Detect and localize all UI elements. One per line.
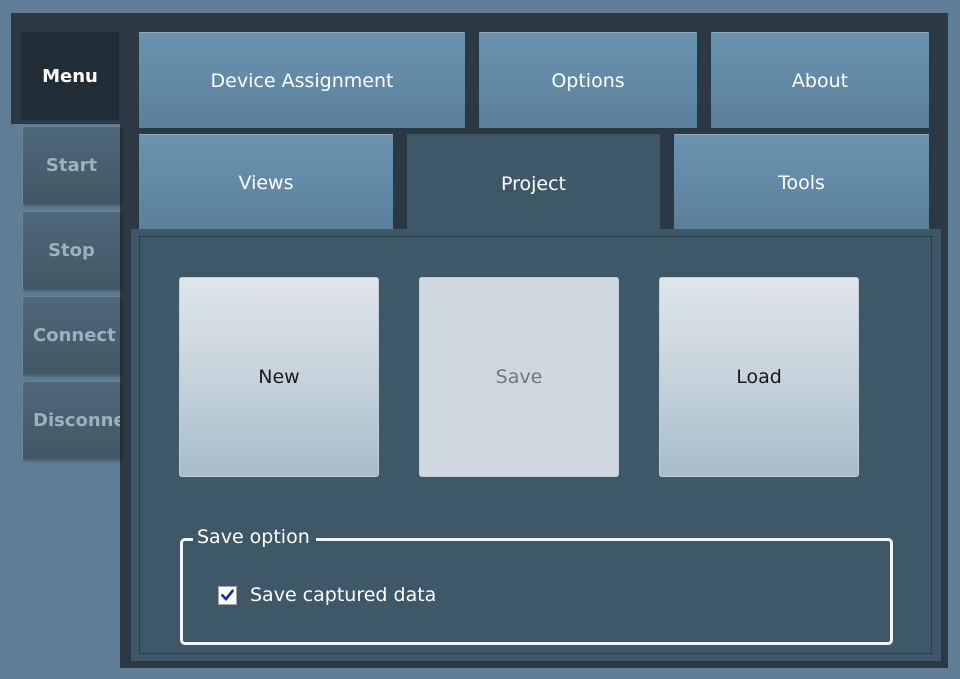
load-button[interactable]: Load bbox=[659, 277, 859, 477]
tab-views[interactable]: Views bbox=[139, 134, 393, 230]
disconnect-button[interactable]: Disconnect bbox=[22, 381, 120, 459]
save-captured-data-option[interactable]: Save captured data bbox=[218, 584, 436, 606]
tab-options[interactable]: Options bbox=[479, 32, 697, 128]
new-button[interactable]: New bbox=[179, 277, 379, 477]
tab-about[interactable]: About bbox=[711, 32, 929, 128]
tab-device-assignment[interactable]: Device Assignment bbox=[139, 32, 465, 128]
checkmark-icon bbox=[221, 588, 234, 601]
menu-tab[interactable]: Menu bbox=[21, 32, 119, 120]
tab-tools[interactable]: Tools bbox=[674, 134, 929, 230]
stop-button[interactable]: Stop bbox=[22, 211, 120, 289]
save-captured-data-checkbox[interactable] bbox=[218, 585, 237, 605]
save-option-title: Save option bbox=[193, 524, 316, 550]
start-button[interactable]: Start bbox=[22, 126, 120, 204]
tab-project[interactable]: Project bbox=[407, 134, 660, 234]
save-captured-data-label: Save captured data bbox=[250, 584, 437, 606]
save-button[interactable]: Save bbox=[419, 277, 619, 477]
connect-button[interactable]: Connect bbox=[22, 296, 120, 374]
